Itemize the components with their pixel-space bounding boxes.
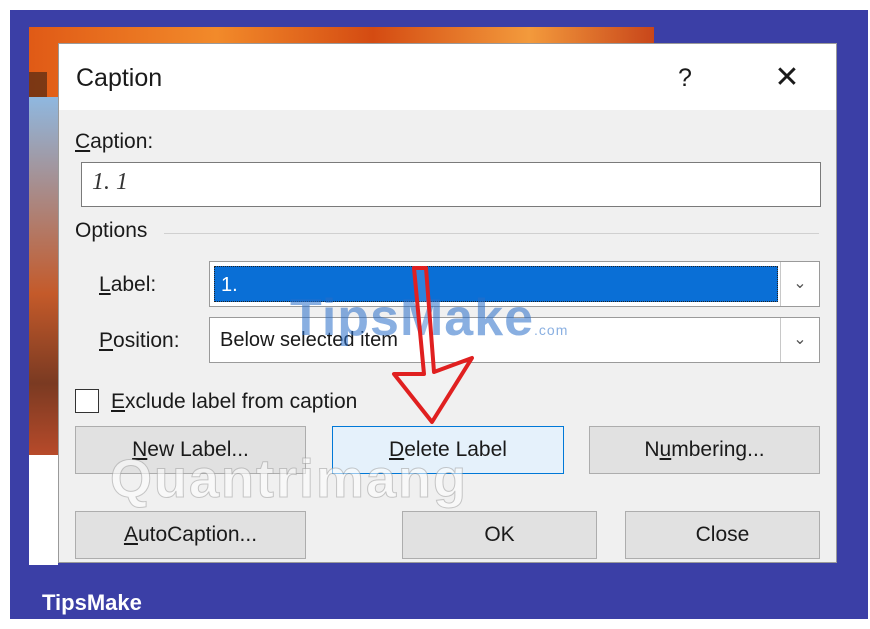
exclude-label-text[interactable]: Exclude label from caption [111,390,357,414]
chevron-down-icon[interactable]: ⌄ [780,318,819,362]
exclude-label-checkbox[interactable] [75,389,99,413]
exclude-label-text-rest: xclude label from caption [125,390,358,413]
ok-button[interactable]: OK [402,511,597,559]
dialog-title: Caption [76,64,163,92]
label-field-label-rest: abel: [110,273,157,296]
tipsmake-footer-brand: TipsMake [42,590,142,615]
red-arrow-annotation [392,266,474,424]
position-field-label: Position: [99,329,180,352]
numbering-button-text: Numbering... [644,438,765,461]
caption-label-rest: aption: [90,130,154,153]
tipsmake-watermark-suffix: .com [534,322,569,338]
close-icon[interactable]: ✕ [769,60,805,96]
numbering-button[interactable]: Numbering... [589,426,820,474]
dialog-titlebar: Caption ? ✕ [59,44,836,110]
autocaption-button-text: utoCaption... [137,523,258,546]
position-field-label-rest: osition: [113,329,180,352]
chevron-down-icon[interactable]: ⌄ [780,262,819,306]
caption-input[interactable]: 1. 1 [81,162,821,207]
help-button[interactable]: ? [667,60,703,96]
background-artwork-left [29,97,61,455]
document-page-edge [29,455,58,565]
options-group-label: Options [75,219,148,242]
quantrimang-watermark: Quantrimang [109,449,469,510]
options-group-divider [164,233,819,234]
close-button[interactable]: Close [625,511,820,559]
label-field-label: Label: [99,273,157,296]
autocaption-button[interactable]: AutoCaption... [75,511,306,559]
caption-label: Caption: [75,130,154,153]
